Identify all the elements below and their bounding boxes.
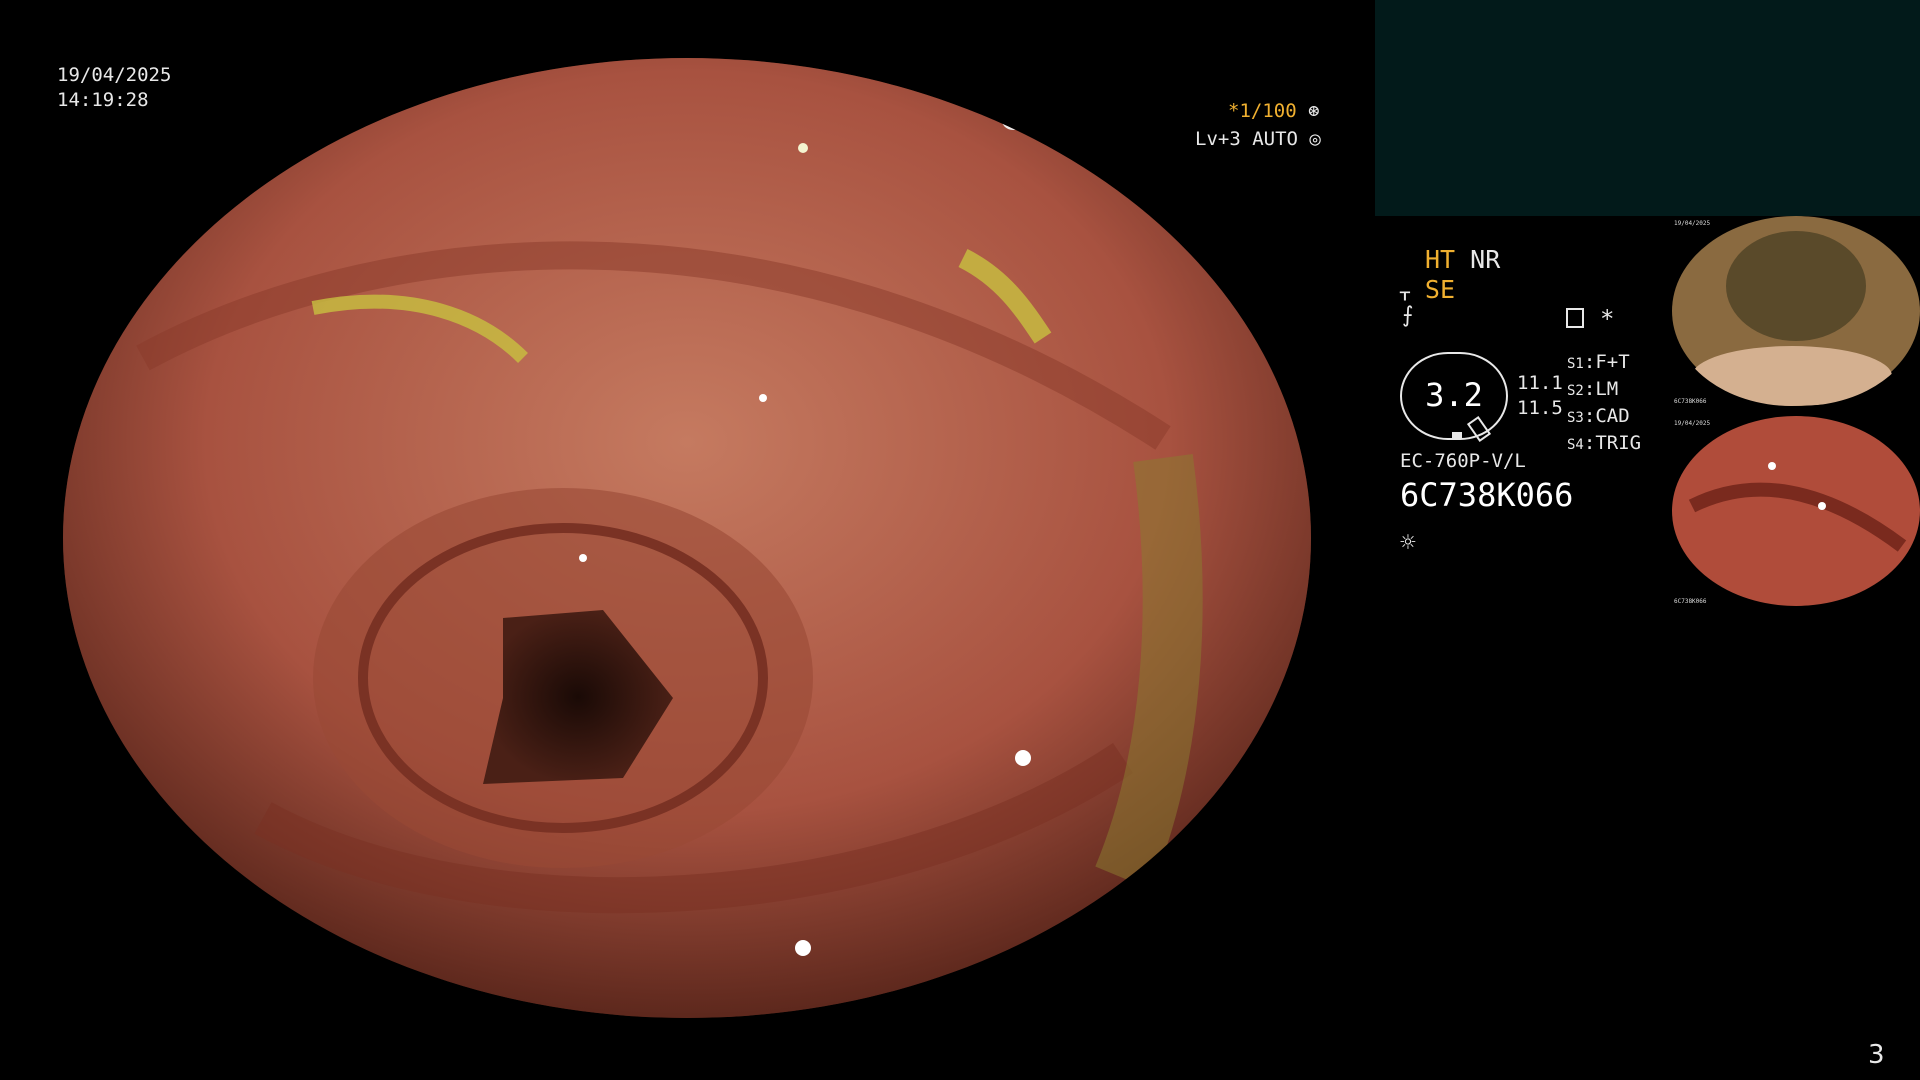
hose-icon: ᚁ <box>1400 279 1410 303</box>
thumbnail-column: 19/04/2025 6C738K066 19/04/2025 6C738K06… <box>1672 216 1920 616</box>
value-2: 11.5 <box>1517 397 1563 419</box>
brightness-readout: Lv+3 AUTO ◎ <box>1195 128 1321 150</box>
shutter-value: *1/100 <box>1228 100 1297 122</box>
zoom-value: 3.2 <box>1425 376 1483 414</box>
zoom-slider-icon <box>1466 415 1492 443</box>
recording-icon <box>1566 308 1584 328</box>
scope-serial: 6C738K066 <box>1400 476 1574 514</box>
star-marker: * <box>1600 305 1615 333</box>
thumbnail-1-date: 19/04/2025 <box>1674 220 1711 227</box>
scope-type-icon: ⨍ <box>1402 303 1414 328</box>
top-info-panel <box>1375 0 1920 216</box>
switch-list: S1:F+T S2:LM S3:CAD S4:TRIG <box>1567 350 1641 458</box>
light-icon: ☼ <box>1400 528 1416 558</box>
endoscope-main-view <box>63 58 1311 1018</box>
thumbnail-2-serial: 6C738K066 <box>1674 598 1707 605</box>
zoom-marker-icon <box>1452 432 1462 438</box>
thumbnail-1[interactable] <box>1672 216 1920 406</box>
se-label: SE <box>1424 275 1456 304</box>
brightness-value: Lv+3 AUTO <box>1195 128 1298 150</box>
zoom-badge: 3.2 <box>1400 352 1508 443</box>
switch-s4: S4:TRIG <box>1567 432 1642 454</box>
colon-lumen-image <box>63 58 1311 1018</box>
switch-s3: S3:CAD <box>1567 405 1630 427</box>
thumbnail-2[interactable] <box>1672 416 1920 606</box>
switch-s1: S1:F+T <box>1567 351 1630 373</box>
scope-model: EC-760P-V/L <box>1400 450 1526 472</box>
page-number: 3 <box>1868 1040 1885 1070</box>
se-row: ᚁ SE <box>1400 275 1455 304</box>
iris-icon: ◎ <box>1309 128 1321 150</box>
ht-nr-row: HT NR <box>1425 245 1500 274</box>
switch-s2: S2:LM <box>1567 378 1619 400</box>
thumbnail-1-serial: 6C738K066 <box>1674 398 1707 405</box>
shutter-readout: *1/100 ⊛ <box>1228 100 1320 122</box>
ht-label: HT <box>1425 245 1456 274</box>
nr-label: NR <box>1470 245 1501 274</box>
aperture-icon: ⊛ <box>1308 100 1320 122</box>
value-1: 11.1 <box>1517 372 1563 394</box>
thumbnail-2-date: 19/04/2025 <box>1674 420 1711 427</box>
date-label: 19/04/2025 <box>57 64 172 86</box>
time-label: 14:19:28 <box>57 89 149 111</box>
